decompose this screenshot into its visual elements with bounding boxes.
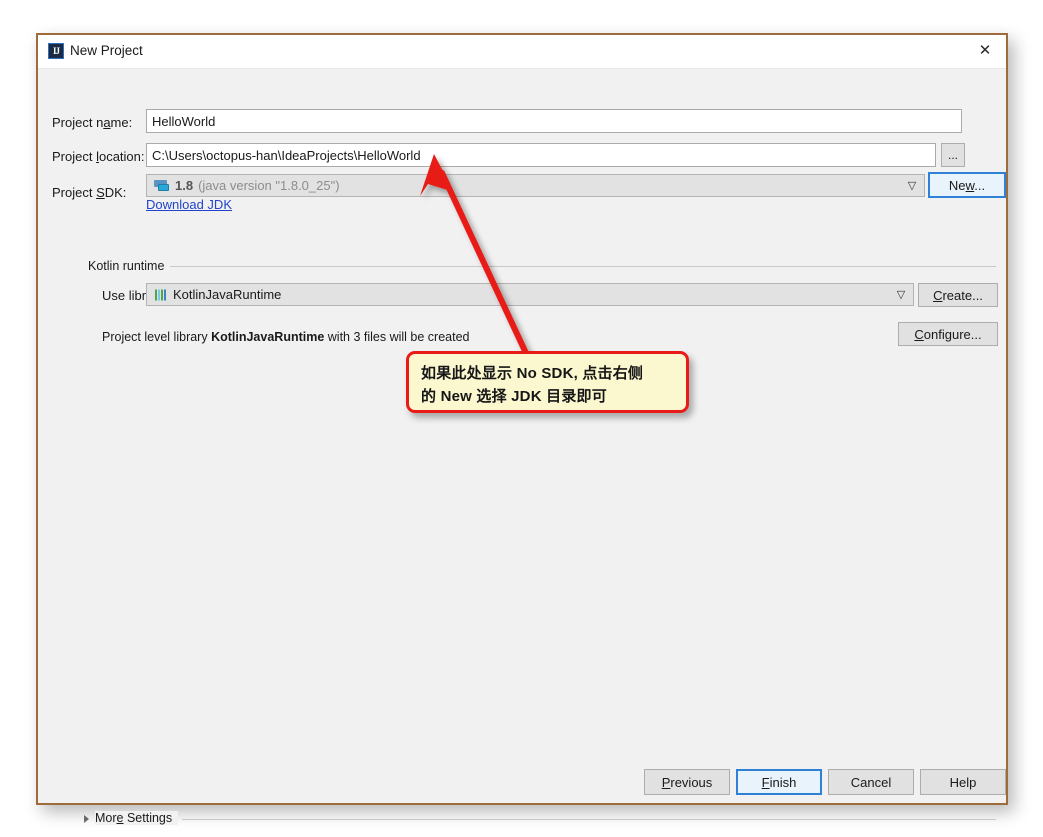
project-location-label: Project location:	[52, 149, 145, 164]
project-name-label: Project name:	[52, 115, 133, 130]
previous-button[interactable]: Previous	[644, 769, 730, 795]
close-icon[interactable]: ✕	[970, 38, 1000, 64]
help-button[interactable]: Help	[920, 769, 1006, 795]
library-note: Project level library KotlinJavaRuntime …	[102, 330, 470, 344]
window-title: New Project	[70, 43, 143, 58]
finish-button[interactable]: Finish	[736, 769, 822, 795]
use-library-value: KotlinJavaRuntime	[173, 287, 282, 302]
chevron-right-icon	[84, 815, 89, 823]
project-sdk-detail: (java version "1.8.0_25")	[198, 178, 340, 193]
chevron-down-icon[interactable]: ▽	[889, 284, 913, 305]
create-library-button[interactable]: Create...	[918, 283, 998, 307]
new-project-dialog: IJ New Project ✕ Project name: Project l…	[36, 33, 1008, 825]
annotation-line-2: 的 New 选择 JDK 目录即可	[421, 388, 607, 405]
configure-button[interactable]: Configure...	[898, 322, 998, 346]
cancel-button[interactable]: Cancel	[828, 769, 914, 795]
ellipsis-icon: ...	[947, 148, 958, 162]
project-sdk-combo[interactable]: 1.8 (java version "1.8.0_25") ▽	[146, 174, 925, 197]
project-location-input[interactable]	[146, 143, 936, 167]
more-settings-label: More Settings	[95, 811, 179, 825]
intellij-idea-icon: IJ	[48, 43, 64, 59]
project-sdk-label: Project SDK:	[52, 185, 127, 200]
title-bar: IJ New Project ✕	[38, 35, 1006, 69]
group-separator	[88, 266, 996, 267]
sdk-monitor-icon	[154, 179, 169, 192]
more-settings-section[interactable]: More Settings	[84, 811, 996, 827]
download-jdk-link[interactable]: Download JDK	[146, 197, 232, 212]
new-sdk-button[interactable]: New...	[928, 172, 1006, 198]
dialog-footer: Previous Finish Cancel Help	[38, 735, 1006, 803]
project-sdk-version: 1.8	[175, 178, 194, 193]
kotlin-runtime-group-label: Kotlin runtime	[88, 259, 171, 273]
browse-location-button[interactable]: ...	[941, 143, 965, 167]
annotation-line-1: 如果此处显示 No SDK, 点击右侧	[421, 365, 644, 382]
dialog-body: Project name: Project location: ... Proj…	[38, 69, 1006, 825]
use-library-combo[interactable]: KotlinJavaRuntime ▽	[146, 283, 914, 306]
chevron-down-icon[interactable]: ▽	[900, 175, 924, 196]
annotation-callout: 如果此处显示 No SDK, 点击右侧 的 New 选择 JDK 目录即可	[406, 351, 689, 413]
project-name-input[interactable]	[146, 109, 962, 133]
library-bars-icon	[155, 289, 168, 300]
more-settings-separator	[182, 819, 996, 820]
